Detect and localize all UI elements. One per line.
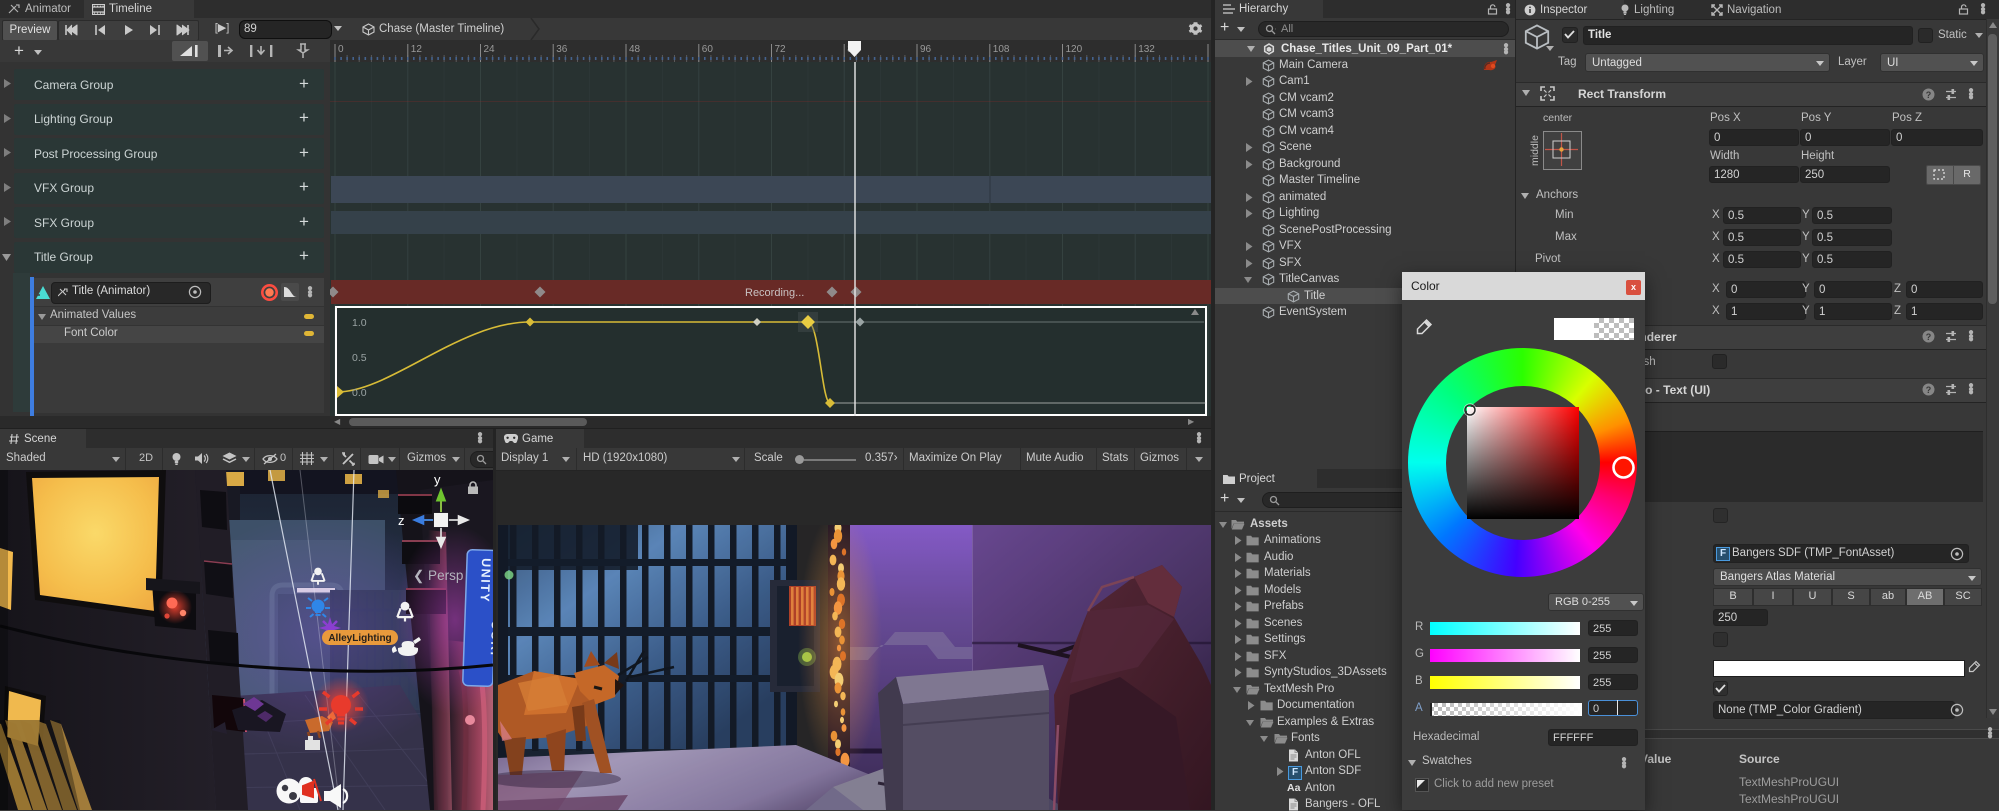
- svg-text:0.5: 0.5: [352, 352, 367, 364]
- svg-text:0: 0: [338, 44, 344, 55]
- svg-text:?: ?: [1926, 385, 1932, 395]
- svg-text:48: 48: [629, 44, 641, 55]
- svg-text:?: ?: [1926, 90, 1932, 100]
- svg-text:Recording...: Recording...: [745, 287, 804, 299]
- svg-text:120: 120: [1066, 44, 1083, 55]
- svg-text:?: ?: [1926, 332, 1932, 342]
- svg-text:y: y: [434, 472, 441, 487]
- svg-text:72: 72: [775, 44, 787, 55]
- svg-text:36: 36: [556, 44, 568, 55]
- svg-text:❮ Persp: ❮ Persp: [413, 568, 463, 584]
- svg-text:132: 132: [1138, 44, 1155, 55]
- svg-text:0.0: 0.0: [352, 387, 367, 399]
- svg-text:24: 24: [484, 44, 496, 55]
- svg-text:1.0: 1.0: [352, 317, 367, 329]
- svg-text:108: 108: [993, 44, 1010, 55]
- svg-text:60: 60: [702, 44, 714, 55]
- svg-text:z: z: [398, 513, 405, 528]
- svg-text:12: 12: [411, 44, 423, 55]
- svg-text:AlleyLighting: AlleyLighting: [328, 633, 391, 644]
- svg-text:UNITY: UNITY: [478, 558, 493, 603]
- svg-text:96: 96: [920, 44, 932, 55]
